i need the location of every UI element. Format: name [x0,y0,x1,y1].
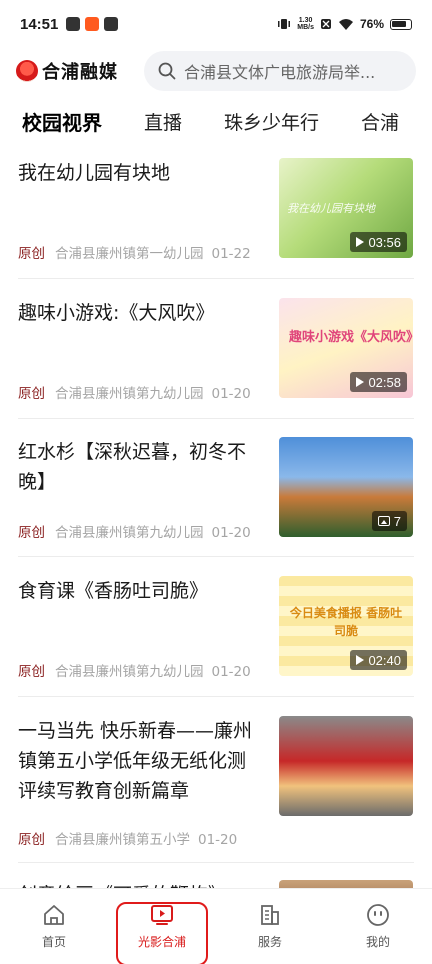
article-meta: 原创 合浦县廉州镇第一幼儿园 01-22 [18,242,251,262]
article-meta: 原创 合浦县廉州镇第九幼儿园 01-20 [18,382,251,402]
original-tag: 原创 [18,525,45,541]
original-tag: 原创 [18,246,45,262]
thumb-caption: 我在幼儿园有块地 [287,202,375,215]
original-tag: 原创 [18,832,45,848]
divider [18,696,414,697]
original-tag: 原创 [18,664,45,680]
app-logo[interactable]: 合浦融媒 [16,58,136,84]
duration-badge: 02:58 [350,372,407,392]
article-meta: 原创 合浦县廉州镇第九幼儿园 01-20 [18,660,251,680]
article-date: 01-20 [198,832,238,848]
tab-pearl-youth[interactable]: 珠乡少年行 [224,108,319,135]
article-date: 01-20 [211,386,251,402]
tab-live[interactable]: 直播 [144,108,182,135]
logo-badge-icon [16,60,38,82]
image-count-badge: 7 [371,511,407,531]
app-icon [104,17,119,31]
logo-text: 合浦融媒 [42,62,118,83]
original-tag: 原创 [18,386,45,402]
image-thumbnail[interactable]: 7 [279,437,413,537]
tv-play-icon [151,905,173,925]
thumb-caption: 趣味小游戏《大风吹》 [289,330,413,345]
article-title: 红水杉【深秋迟暮，初冬不晚】 [18,441,247,493]
article-source: 合浦县廉州镇第九幼儿园 [55,386,204,402]
play-icon [356,655,365,665]
article-title: 一马当先 快乐新春——廉州镇第五小学低年级无纸化测评续写教育创新篇章 [18,720,253,802]
article-meta: 原创 合浦县廉州镇第九幼儿园 01-20 [18,521,251,541]
app-header: 合浦融媒 合浦县文体广电旅游局举... [0,48,432,94]
article-meta: 原创 合浦县廉州镇第五小学 01-20 [18,828,237,848]
article-date: 01-20 [211,664,251,680]
article-title: 趣味小游戏:《大风吹》 [18,302,215,324]
nav-services[interactable]: 服务 [216,889,324,964]
video-thumbnail[interactable]: 我在幼儿园有块地 03:56 [279,158,413,258]
nav-label: 服务 [257,935,282,949]
home-icon [44,905,64,925]
image-icon [377,516,390,526]
search-placeholder: 合浦县文体广电旅游局举... [184,63,376,82]
status-time: 14:51 [20,15,59,33]
duration-text: 03:56 [368,234,401,250]
tab-hepu[interactable]: 合浦 [361,108,399,135]
network-speed: 1.30 MB/s [297,17,314,31]
app-icon [85,17,100,31]
search-icon [158,62,176,80]
nav-label: 首页 [41,935,66,949]
thumb-caption: 今日美食播报 香肠吐司脆 [289,606,403,638]
nav-label: 我的 [365,935,390,949]
building-icon [261,905,279,925]
speed-value: 1.30 [298,17,313,24]
list-item[interactable]: 食育课《香肠吐司脆》 原创 合浦县廉州镇第九幼儿园 01-20 今日美食播报 香肠吐… [18,576,414,680]
battery-icon [390,18,412,30]
status-bar: 14:51 1.30 MB/s 76% [0,0,432,48]
play-icon [356,237,365,247]
nav-light-shadow-hepu[interactable]: 光影合浦 [108,889,216,964]
speed-unit: MB/s [297,24,314,31]
sim-off-icon [320,19,331,29]
article-date: 01-22 [211,246,251,262]
video-thumbnail[interactable]: 今日美食播报 香肠吐司脆 02:40 [279,576,413,676]
divider [18,862,414,863]
duration-text: 02:58 [368,374,401,390]
article-source: 合浦县廉州镇第九幼儿园 [55,664,204,680]
video-thumbnail[interactable]: 趣味小游戏《大风吹》 02:58 [279,298,413,398]
article-source: 合浦县廉州镇第五小学 [55,832,190,848]
play-icon [356,377,365,387]
divider [18,556,414,557]
category-tabs: 校园视界 直播 珠乡少年行 合浦 [0,100,432,142]
tab-campus-vision[interactable]: 校园视界 [22,107,102,136]
article-source: 合浦县廉州镇第一幼儿园 [55,246,204,262]
nav-mine[interactable]: 我的 [324,889,432,964]
article-date: 01-20 [211,525,251,541]
battery-text: 76% [359,17,384,31]
duration-badge: 03:56 [350,232,407,252]
list-item[interactable]: 红水杉【深秋迟暮，初冬不晚】 原创 合浦县廉州镇第九幼儿园 01-20 7 [18,437,414,541]
vibrate-icon [278,19,291,29]
wifi-icon [338,18,353,30]
article-source: 合浦县廉州镇第九幼儿园 [55,525,204,541]
article-title: 食育课《香肠吐司脆》 [18,580,209,602]
search-bar[interactable]: 合浦县文体广电旅游局举... [144,51,416,91]
divider [18,418,414,419]
list-item[interactable]: 我在幼儿园有块地 原创 合浦县廉州镇第一幼儿园 01-22 我在幼儿园有块地 03:… [18,158,414,262]
list-item[interactable]: 一马当先 快乐新春——廉州镇第五小学低年级无纸化测评续写教育创新篇章 原创 合浦县… [18,716,414,848]
nav-label: 光影合浦 [137,935,186,949]
duration-badge: 02:40 [350,650,407,670]
article-title: 我在幼儿园有块地 [18,162,171,184]
image-thumbnail[interactable] [279,716,413,816]
face-icon [367,904,389,926]
nav-home[interactable]: 首页 [0,889,108,964]
image-count: 7 [393,513,401,529]
status-notification-icons [66,17,119,31]
status-right: 1.30 MB/s 76% [277,17,412,31]
divider [18,278,414,279]
list-item[interactable]: 趣味小游戏:《大风吹》 原创 合浦县廉州镇第九幼儿园 01-20 趣味小游戏《大风吹… [18,298,414,402]
duration-text: 02:40 [368,652,401,668]
bottom-nav: 首页 光影合浦 服务 我的 [0,888,432,964]
app-icon [66,17,81,31]
